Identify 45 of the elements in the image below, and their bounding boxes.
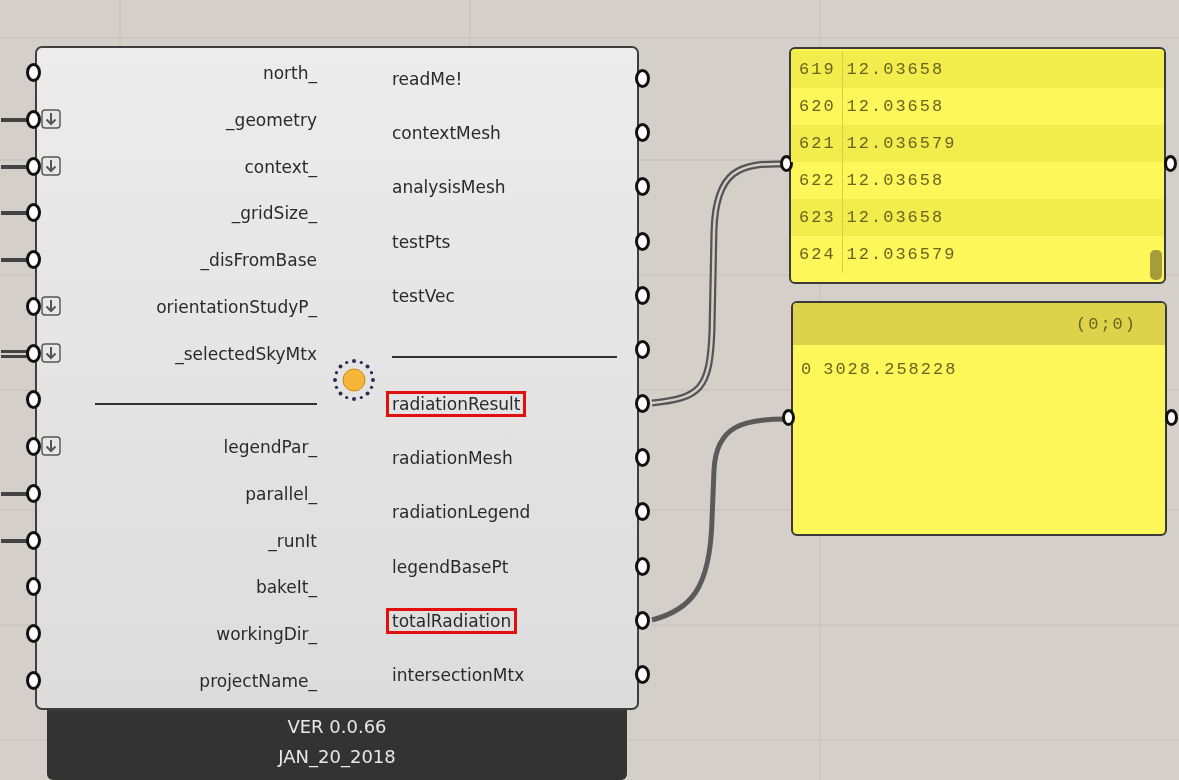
input-label: legendPar_ [223,437,317,458]
row-value: 12.03658 [845,97,945,116]
row-index: 621 [791,125,843,162]
scrollbar-thumb[interactable] [1150,250,1162,280]
output-label: radiationLegend [391,501,532,525]
input-label: _selectedSkyMtx [175,343,317,364]
row-index: 624 [791,236,843,273]
output-label: radiationResult [386,391,527,418]
input-label: bakeIt_ [255,577,317,598]
input-label: _gridSize_ [231,203,317,224]
row-index: 619 [791,51,843,88]
input-label: _geometry [226,109,317,130]
sun-icon [332,358,376,402]
row-index: 0 [800,359,815,381]
output-label: legendBasePt [391,555,510,579]
path-label: (0;0) [1076,314,1137,334]
input-label: projectName_ [199,670,317,691]
output-grip[interactable] [1165,409,1178,426]
output-label: testPts [391,230,452,254]
output-label: totalRadiation [386,607,518,634]
output-label: intersectionMtx [391,663,526,687]
version-text: VER 0.0.66 [287,715,387,739]
input-label: _disFromBase [200,250,317,271]
row-value: 3028.258228 [822,360,958,379]
row-value: 12.036579 [845,134,957,153]
row-value: 12.03658 [845,171,945,190]
input-label: parallel_ [245,483,317,504]
input-label: workingDir_ [216,624,317,645]
input-label: _runIt [268,530,317,551]
output-grip[interactable] [1164,155,1177,172]
row-index: 623 [791,199,843,236]
input-label: context_ [244,156,317,177]
date-text: JAN_20_2018 [278,745,396,770]
output-label: contextMesh [391,122,502,146]
row-value: 12.03658 [845,208,945,227]
input-label: orientationStudyP_ [156,296,317,317]
row-value: 12.036579 [845,245,957,264]
output-label: radiationMesh [391,447,514,471]
output-grip[interactable] [635,502,650,522]
output-label: analysisMesh [391,176,507,200]
input-label: north_ [262,63,317,83]
input-grip[interactable] [26,250,41,270]
output-label: readMe! [391,68,464,91]
row-value: 12.03658 [845,60,945,79]
output-label: testVec [391,284,456,308]
